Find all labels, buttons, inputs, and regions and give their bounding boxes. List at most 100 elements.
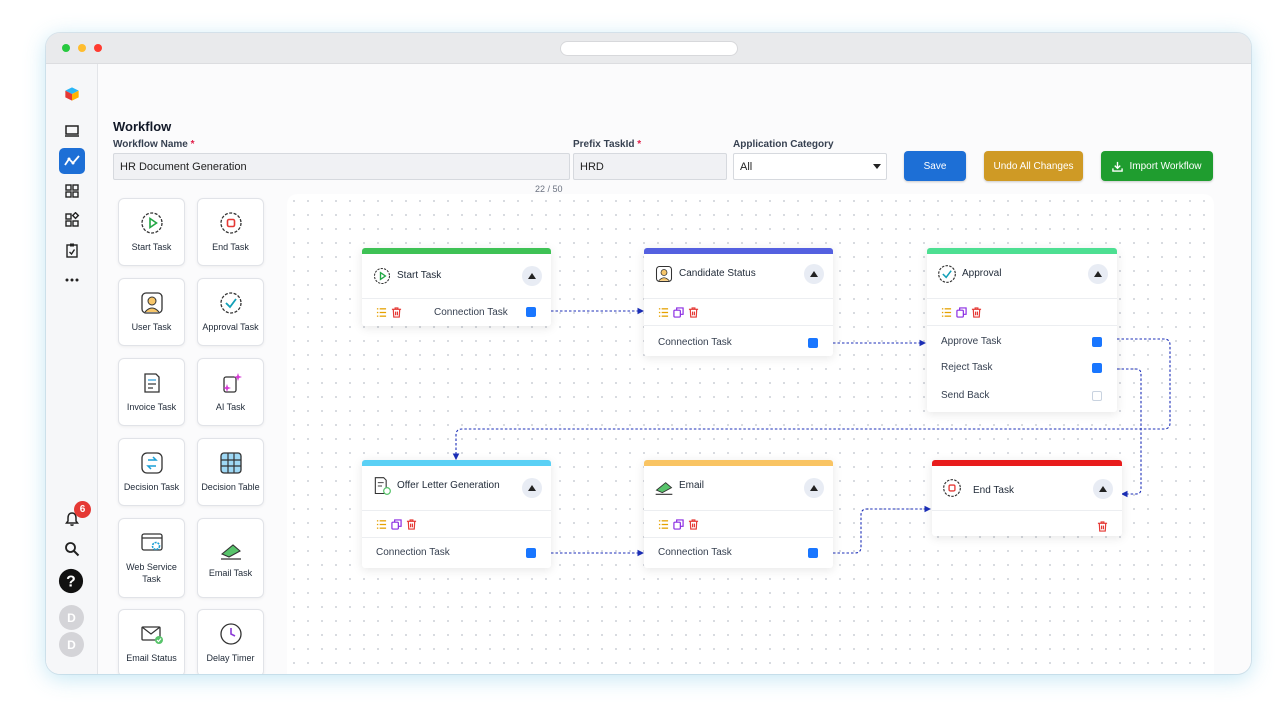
port-handle[interactable] xyxy=(808,338,818,348)
port-handle[interactable] xyxy=(1092,391,1102,401)
port-handle[interactable] xyxy=(526,548,536,558)
check-circle-icon xyxy=(937,264,957,284)
dashboard-icon[interactable] xyxy=(59,178,85,204)
node-actions xyxy=(941,307,982,318)
palette-decision-task[interactable]: Decision Task xyxy=(118,438,185,506)
undo-all-changes-button[interactable]: Undo All Changes xyxy=(984,151,1083,181)
palette-delay-timer[interactable]: Delay Timer xyxy=(197,609,264,674)
palette-ai-task[interactable]: AI Task xyxy=(197,358,264,426)
prefix-taskid-label: Prefix TaskId * xyxy=(573,139,642,150)
trash-icon[interactable] xyxy=(1097,521,1108,532)
node-approval[interactable]: Approval Approve Task Reject Task Send B… xyxy=(927,248,1117,412)
category-selected-value: All xyxy=(740,160,753,173)
collapse-button[interactable] xyxy=(522,478,542,498)
copy-icon[interactable] xyxy=(673,307,684,318)
workflow-name-input[interactable]: HR Document Generation xyxy=(113,153,570,180)
list-icon[interactable] xyxy=(941,307,952,318)
port-row: Approve Task xyxy=(941,335,1102,349)
maximize-dot[interactable] xyxy=(62,44,70,52)
save-button[interactable]: Save xyxy=(904,151,966,181)
node-header: End Task xyxy=(932,466,1122,511)
svg-text:?: ? xyxy=(66,574,76,591)
palette-user-task[interactable]: User Task xyxy=(118,278,185,346)
node-end-task[interactable]: End Task xyxy=(932,460,1122,536)
node-divider xyxy=(644,325,833,326)
node-divider xyxy=(362,537,551,538)
workflow-name-label: Workflow Name * xyxy=(113,139,195,150)
palette-email-status[interactable]: Email Status xyxy=(118,609,185,674)
address-bar[interactable] xyxy=(560,41,738,56)
palette-invoice-task[interactable]: Invoice Task xyxy=(118,358,185,426)
node-header: Email xyxy=(644,466,833,511)
port-label: Connection Task xyxy=(658,547,732,558)
palette-email-task[interactable]: Email Task xyxy=(197,518,264,598)
port-row: Connection Task xyxy=(376,546,536,560)
port-handle[interactable] xyxy=(1092,363,1102,373)
search-icon[interactable] xyxy=(59,536,85,562)
node-email[interactable]: Email Connection Task xyxy=(644,460,833,568)
prefix-taskid-input[interactable]: HRD xyxy=(573,153,727,180)
copy-icon[interactable] xyxy=(956,307,967,318)
minimize-dot[interactable] xyxy=(78,44,86,52)
palette-web-service-task[interactable]: Web Service Task xyxy=(118,518,185,598)
list-icon[interactable] xyxy=(376,307,387,318)
palette-label: Approval Task xyxy=(202,322,259,332)
collapse-button[interactable] xyxy=(1088,264,1108,284)
trash-icon[interactable] xyxy=(971,307,982,318)
palette-label: Email Status xyxy=(126,653,177,663)
avatar[interactable]: D xyxy=(59,605,84,630)
node-header: Approval xyxy=(927,254,1117,299)
avatar[interactable]: D xyxy=(59,632,84,657)
node-actions xyxy=(1097,519,1108,537)
node-actions xyxy=(658,307,699,318)
widgets-icon[interactable] xyxy=(59,207,85,233)
node-candidate-status[interactable]: Candidate Status Connection Task xyxy=(644,248,833,356)
page-title: Workflow xyxy=(113,119,172,134)
node-divider xyxy=(927,325,1117,326)
logo-icon[interactable] xyxy=(59,81,85,107)
palette-start-task[interactable]: Start Task xyxy=(118,198,185,266)
more-icon[interactable] xyxy=(59,267,85,293)
application-category-label: Application Category xyxy=(733,139,834,150)
node-actions xyxy=(376,519,417,530)
palette-label: Start Task xyxy=(131,242,172,252)
monitor-icon[interactable] xyxy=(59,118,85,144)
paper-plane-icon xyxy=(654,476,674,496)
clipboard-icon[interactable] xyxy=(59,237,85,263)
node-start-task[interactable]: Start Task Connection Task xyxy=(362,248,551,326)
list-icon[interactable] xyxy=(658,519,669,530)
collapse-button[interactable] xyxy=(804,478,824,498)
port-handle[interactable] xyxy=(808,548,818,558)
trash-icon[interactable] xyxy=(688,519,699,530)
palette-decision-table[interactable]: Decision Table xyxy=(197,438,264,506)
port-handle[interactable] xyxy=(526,307,536,317)
list-icon[interactable] xyxy=(658,307,669,318)
trash-icon[interactable] xyxy=(406,519,417,530)
node-title: End Task xyxy=(973,485,1014,496)
application-category-select[interactable]: All xyxy=(733,153,887,180)
palette-label: Decision Table xyxy=(201,482,260,492)
collapse-button[interactable] xyxy=(522,266,542,286)
palette-label: Email Task xyxy=(208,568,253,578)
port-handle[interactable] xyxy=(1092,337,1102,347)
palette-end-task[interactable]: End Task xyxy=(197,198,264,266)
import-workflow-button[interactable]: Import Workflow xyxy=(1101,151,1213,181)
node-offer-letter-generation[interactable]: Offer Letter Generation Connection Task xyxy=(362,460,551,568)
palette-approval-task[interactable]: Approval Task xyxy=(197,278,264,346)
notification-badge: 6 xyxy=(74,501,91,518)
help-icon[interactable]: ? xyxy=(57,567,85,595)
swap-icon xyxy=(140,451,164,475)
trash-icon[interactable] xyxy=(688,307,699,318)
collapse-button[interactable] xyxy=(804,264,824,284)
trash-icon[interactable] xyxy=(391,307,402,318)
palette-label: AI Task xyxy=(215,402,246,412)
node-header: Candidate Status xyxy=(644,254,833,299)
workflow-icon[interactable] xyxy=(59,148,85,174)
close-dot[interactable] xyxy=(94,44,102,52)
copy-icon[interactable] xyxy=(673,519,684,530)
collapse-button[interactable] xyxy=(1093,479,1113,499)
copy-icon[interactable] xyxy=(391,519,402,530)
port-label: Approve Task xyxy=(941,336,1002,347)
node-title: Offer Letter Generation xyxy=(397,480,500,491)
list-icon[interactable] xyxy=(376,519,387,530)
